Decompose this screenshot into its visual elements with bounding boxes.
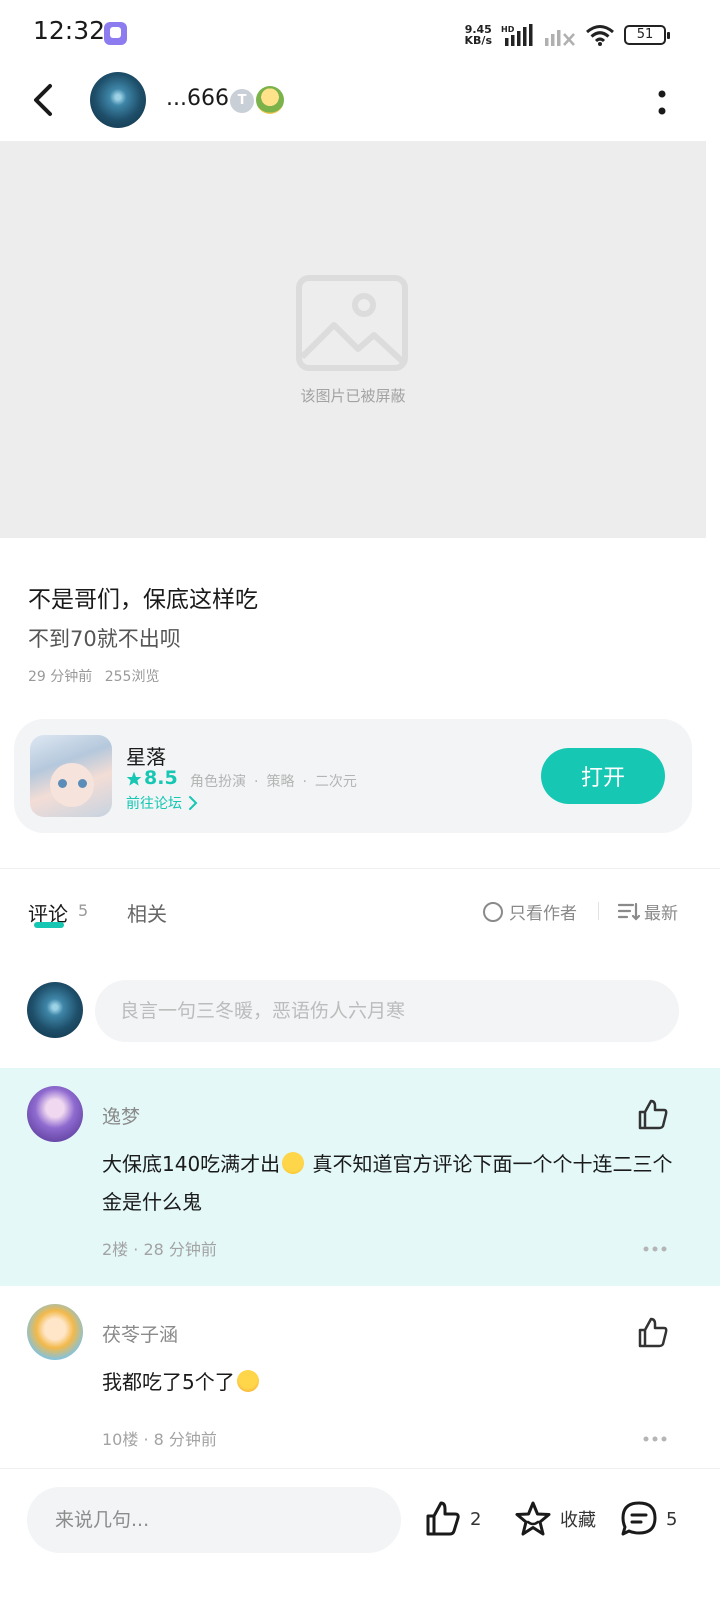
status-bar: 12:32 9.45 KB/s HD 51 bbox=[0, 0, 720, 66]
commenter-name[interactable]: 茯苓子涵 bbox=[102, 1320, 178, 1347]
like-icon[interactable] bbox=[636, 1098, 670, 1132]
blocked-image-text: 该图片已被屏蔽 bbox=[300, 387, 406, 405]
post-views: 255浏览 bbox=[104, 669, 160, 685]
network-type-label: HD bbox=[501, 25, 515, 34]
filter-divider bbox=[598, 902, 599, 920]
author-name[interactable]: ...666 bbox=[166, 86, 229, 111]
game-tags: 角色扮演 · 策略 · 二次元 bbox=[190, 771, 357, 791]
my-avatar bbox=[27, 982, 83, 1038]
image-placeholder-icon bbox=[296, 275, 408, 371]
status-time: 12:32 bbox=[33, 16, 106, 45]
author-only-toggle[interactable]: 只看作者 bbox=[483, 899, 577, 924]
back-button[interactable] bbox=[26, 80, 66, 120]
post-meta: 29 分钟前 255浏览 bbox=[28, 666, 167, 686]
commenter-avatar[interactable] bbox=[27, 1304, 83, 1360]
author-only-label: 只看作者 bbox=[509, 904, 577, 924]
game-tag: 角色扮演 bbox=[190, 774, 246, 790]
comments-count: 5 bbox=[78, 901, 89, 920]
comment-time: 28 分钟前 bbox=[143, 1240, 217, 1259]
comment-meta: 10楼 · 8 分钟前 bbox=[102, 1426, 217, 1450]
sort-label: 最新 bbox=[644, 904, 678, 924]
comment-item[interactable]: 茯苓子涵 我都吃了5个了 10楼 · 8 分钟前 bbox=[0, 1286, 720, 1468]
meta-separator: · bbox=[143, 1430, 149, 1449]
star-icon bbox=[126, 771, 142, 786]
comment-floor: 2楼 bbox=[102, 1240, 129, 1259]
game-card[interactable]: 星落 8.5 角色扮演 · 策略 · 二次元 前往论坛 打开 bbox=[14, 719, 692, 833]
more-options-button[interactable] bbox=[650, 88, 674, 118]
character-badge-icon bbox=[256, 86, 284, 114]
radio-circle-icon bbox=[483, 901, 503, 922]
game-score: 8.5 bbox=[144, 767, 178, 789]
app-notification-icon bbox=[104, 22, 127, 45]
like-button[interactable]: 2 bbox=[424, 1499, 481, 1539]
post-time: 29 分钟前 bbox=[28, 669, 93, 685]
forum-link-label: 前往论坛 bbox=[126, 796, 182, 812]
sort-icon bbox=[618, 902, 640, 921]
tag-separator: · bbox=[302, 774, 307, 790]
network-speed: 9.45 KB/s bbox=[465, 24, 492, 46]
comments-count-bottom: 5 bbox=[666, 1508, 678, 1530]
blocked-image[interactable]: 该图片已被屏蔽 bbox=[0, 141, 706, 538]
comment-text-part: 我都吃了5个了 bbox=[102, 1370, 235, 1394]
more-icon[interactable] bbox=[642, 1434, 668, 1444]
section-divider bbox=[0, 868, 720, 869]
like-count: 2 bbox=[470, 1508, 482, 1530]
more-icon[interactable] bbox=[642, 1244, 668, 1254]
comment-text: 我都吃了5个了 bbox=[102, 1363, 682, 1401]
commenter-name[interactable]: 逸梦 bbox=[102, 1102, 140, 1129]
meta-separator: · bbox=[133, 1240, 139, 1259]
bottom-bar: 2 收藏 5 bbox=[0, 1468, 720, 1600]
top-nav: ...666 T bbox=[0, 70, 720, 134]
battery-icon: 51 bbox=[624, 25, 670, 45]
commenter-avatar[interactable] bbox=[27, 1086, 83, 1142]
reply-input[interactable] bbox=[27, 1487, 401, 1553]
comments-button[interactable]: 5 bbox=[620, 1499, 677, 1539]
open-game-button[interactable]: 打开 bbox=[541, 748, 665, 804]
comment-input[interactable] bbox=[95, 980, 679, 1042]
comment-meta: 2楼 · 28 分钟前 bbox=[102, 1236, 217, 1260]
level-badge: T bbox=[230, 89, 254, 113]
like-icon[interactable] bbox=[636, 1316, 670, 1350]
game-icon[interactable] bbox=[30, 735, 112, 817]
comment-item[interactable]: 逸梦 大保底140吃满才出 真不知道官方评论下面一个个十连二三个金是什么鬼 2楼… bbox=[0, 1068, 720, 1286]
game-tag: 策略 bbox=[266, 774, 295, 790]
game-tag: 二次元 bbox=[314, 774, 357, 790]
thumbs-up-icon bbox=[426, 1501, 460, 1536]
favorite-button[interactable]: 收藏 bbox=[514, 1499, 596, 1539]
post-title: 不是哥们，保底这样吃 bbox=[28, 587, 258, 613]
wifi-icon bbox=[586, 25, 614, 46]
comment-floor: 10楼 bbox=[102, 1430, 139, 1449]
cool-face-emoji-icon bbox=[282, 1152, 305, 1174]
forum-link[interactable]: 前往论坛 bbox=[126, 793, 198, 813]
game-name: 星落 bbox=[126, 745, 166, 769]
tag-separator: · bbox=[254, 774, 259, 790]
comment-time: 8 分钟前 bbox=[153, 1430, 217, 1449]
favorite-label: 收藏 bbox=[560, 1510, 596, 1531]
author-avatar[interactable] bbox=[90, 72, 146, 128]
network-speed-unit: KB/s bbox=[464, 34, 492, 47]
chevron-right-icon bbox=[189, 796, 198, 810]
star-outline-icon bbox=[515, 1501, 551, 1536]
signal-icon: HD bbox=[501, 24, 533, 46]
active-tab-indicator bbox=[34, 922, 64, 928]
tab-related[interactable]: 相关 bbox=[127, 898, 167, 927]
status-icons: 9.45 KB/s HD 51 bbox=[465, 20, 670, 50]
sort-button[interactable]: 最新 bbox=[618, 899, 678, 924]
comment-bubble-icon bbox=[621, 1501, 657, 1536]
comment-text-part: 大保底140吃满才出 bbox=[102, 1152, 281, 1176]
signal-disabled-icon bbox=[545, 30, 575, 46]
comment-text: 大保底140吃满才出 真不知道官方评论下面一个个十连二三个金是什么鬼 bbox=[102, 1145, 682, 1221]
post-body: 不到70就不出呗 bbox=[28, 627, 181, 651]
crying-face-emoji-icon bbox=[236, 1370, 259, 1392]
